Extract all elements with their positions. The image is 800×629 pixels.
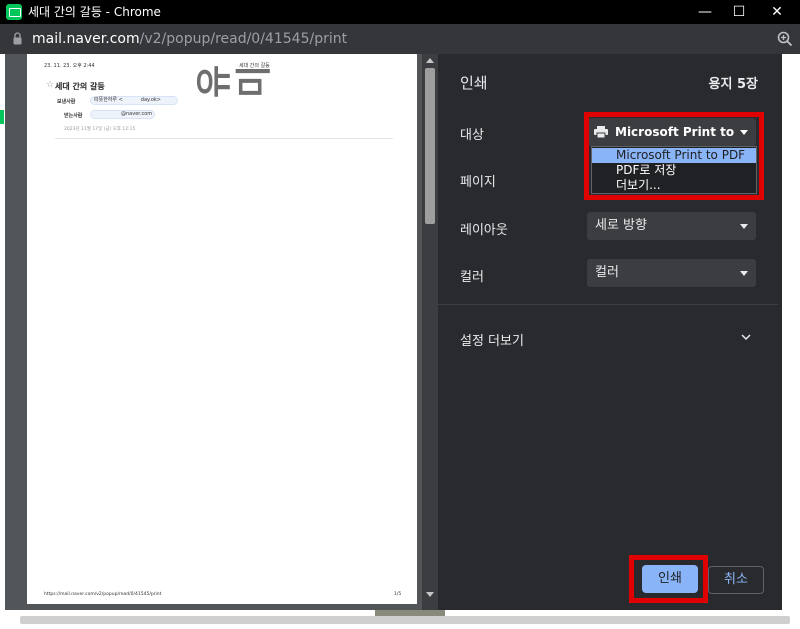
preview-scrollbar[interactable] bbox=[422, 54, 438, 610]
sheet-count: 용지 5장 bbox=[708, 77, 758, 92]
cancel-button[interactable]: 취소 bbox=[708, 566, 764, 594]
lock-icon bbox=[13, 32, 22, 45]
receiver-label: 받는사람 bbox=[64, 113, 83, 119]
zoom-icon[interactable] bbox=[776, 30, 794, 48]
destination-label: 대상 bbox=[460, 128, 484, 143]
mail-title: 세대 간의 갈등 bbox=[55, 82, 105, 91]
chrome-print-window: 세대 간의 갈등 - Chrome — ☐ ✕ mail.naver.com/v… bbox=[0, 0, 800, 629]
print-preview-area: 23. 11. 23. 오후 2:44 세대 간의 갈등 ☆ 세대 간의 갈등 … bbox=[5, 54, 438, 610]
background-accent bbox=[0, 110, 4, 124]
pages-label: 페이지 bbox=[460, 175, 496, 190]
panel-divider bbox=[438, 304, 778, 305]
destination-highlight-box bbox=[584, 112, 764, 200]
more-settings-toggle[interactable]: 설정 더보기 bbox=[460, 330, 524, 349]
receiver-chip: @naver.com bbox=[90, 110, 155, 119]
sender-chip: 따뜻한하루 < day.ok> bbox=[90, 96, 178, 105]
url-path: /v2/popup/read/0/41545/print bbox=[139, 31, 348, 47]
chevron-down-icon bbox=[740, 271, 748, 276]
star-icon: ☆ bbox=[46, 80, 55, 90]
address-bar: mail.naver.com/v2/popup/read/0/41545/pri… bbox=[0, 24, 800, 54]
horizontal-scroll-thumb[interactable] bbox=[20, 616, 790, 624]
print-heading: 인쇄 bbox=[460, 74, 488, 92]
scroll-thumb[interactable] bbox=[425, 68, 435, 224]
layout-label: 레이아웃 bbox=[460, 223, 508, 238]
color-value: 컬러 bbox=[595, 265, 619, 280]
url-host: mail.naver.com bbox=[32, 31, 140, 47]
window-title: 세대 간의 갈등 - Chrome bbox=[28, 5, 161, 19]
chevron-down-icon[interactable] bbox=[741, 332, 751, 342]
color-select[interactable]: 컬러 bbox=[587, 259, 756, 287]
sender-label: 보낸사람 bbox=[57, 99, 76, 105]
close-button[interactable]: ✕ bbox=[760, 0, 794, 24]
minimize-button[interactable]: — bbox=[688, 0, 722, 24]
horizontal-scrollbar[interactable] bbox=[0, 610, 800, 629]
preview-page: 23. 11. 23. 오후 2:44 세대 간의 갈등 ☆ 세대 간의 갈등 … bbox=[27, 54, 417, 604]
naver-mail-icon bbox=[6, 4, 22, 20]
scroll-up-icon[interactable] bbox=[426, 58, 434, 63]
watermark-text: 유미 bbox=[194, 64, 275, 98]
background-page-edge-right bbox=[782, 54, 800, 610]
maximize-button[interactable]: ☐ bbox=[722, 0, 756, 24]
title-bar: 세대 간의 갈등 - Chrome — ☐ ✕ bbox=[0, 0, 800, 24]
sender-address: day.ok> bbox=[140, 97, 161, 103]
page-header-date: 23. 11. 23. 오후 2:44 bbox=[44, 63, 95, 69]
chevron-down-icon bbox=[740, 224, 748, 229]
sender-name: 따뜻한하루 < bbox=[94, 97, 123, 103]
color-label: 컬러 bbox=[460, 270, 484, 285]
print-settings-panel: 인쇄 용지 5장 대상 Microsoft Print to PDF Micro… bbox=[438, 54, 782, 610]
print-button[interactable]: 인쇄 bbox=[642, 565, 698, 593]
page-footer-url: https://mail.naver.com/v2/popup/read/0/4… bbox=[44, 592, 162, 597]
mail-date: 2023년 11월 17일 (금) 오후 12:15 bbox=[64, 127, 136, 132]
url-text[interactable]: mail.naver.com/v2/popup/read/0/41545/pri… bbox=[32, 31, 347, 48]
layout-select[interactable]: 세로 방향 bbox=[587, 212, 756, 240]
layout-value: 세로 방향 bbox=[595, 218, 647, 233]
preview-divider bbox=[55, 138, 393, 139]
page-footer-number: 1/5 bbox=[394, 592, 402, 597]
scroll-down-icon[interactable] bbox=[426, 592, 434, 597]
